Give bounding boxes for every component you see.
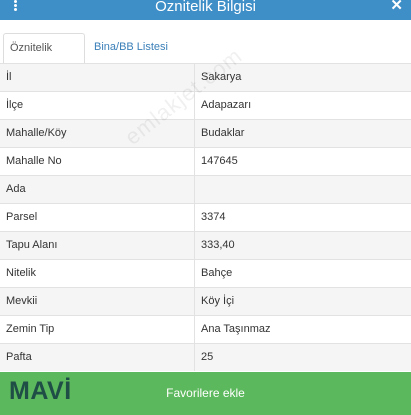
row-key: Ada (6, 183, 26, 195)
table-row: Parsel 3374 (0, 203, 411, 231)
row-value: Budaklar (201, 127, 245, 139)
row-key: Zemin Tip (6, 323, 55, 335)
row-value: Ana Taşınmaz (201, 323, 271, 335)
row-key: İlçe (6, 99, 24, 111)
row-key: Tapu Alanı (6, 239, 58, 251)
row-value: 147645 (201, 155, 238, 167)
tab-bar: Öznitelik Bilgisi Bina/BB Listesi (0, 27, 411, 82)
table-row: Nitelik Bahçe (0, 259, 411, 287)
page-title: Öznitelik Bilgisi (155, 0, 256, 15)
row-value: Adapazarı (201, 99, 252, 111)
row-value: 3374 (201, 211, 226, 223)
table-row: İl Sakarya (0, 63, 411, 91)
close-icon[interactable]: ✕ (390, 0, 403, 13)
row-value: 333,40 (201, 239, 235, 251)
row-key: Mahalle/Köy (6, 127, 67, 139)
row-key: Mahalle No (6, 155, 62, 167)
attribute-table: İl Sakarya İlçe Adapazarı Mahalle/Köy Bu… (0, 63, 411, 371)
row-value: Sakarya (201, 71, 242, 83)
row-key: Mevkii (6, 295, 38, 307)
table-row: Mahalle/Köy Budaklar (0, 119, 411, 147)
row-key: Nitelik (6, 267, 36, 279)
header-bar: Öznitelik Bilgisi ✕ (0, 0, 411, 20)
tab-oznitelik-bilgisi[interactable]: Öznitelik Bilgisi (3, 33, 85, 82)
table-row: Tapu Alanı 333,40 (0, 231, 411, 259)
row-value: 25 (201, 351, 214, 363)
table-row: Ada (0, 175, 411, 203)
row-key: Parsel (6, 211, 38, 223)
row-key: Pafta (6, 351, 32, 363)
row-key: İl (6, 71, 12, 83)
row-value: Köy İçi (201, 295, 235, 307)
table-row: Mahalle No 147645 (0, 147, 411, 175)
tab-bina-bb-listesi[interactable]: Bina/BB Listesi (88, 33, 174, 65)
table-row: Mevkii Köy İçi (0, 287, 411, 315)
table-row: İlçe Adapazarı (0, 91, 411, 119)
table-row: Pafta 25 (0, 343, 411, 371)
mavi-logo: MAVİ (9, 377, 72, 405)
row-value: Bahçe (201, 267, 233, 279)
table-row: Zemin Tip Ana Taşınmaz (0, 315, 411, 343)
